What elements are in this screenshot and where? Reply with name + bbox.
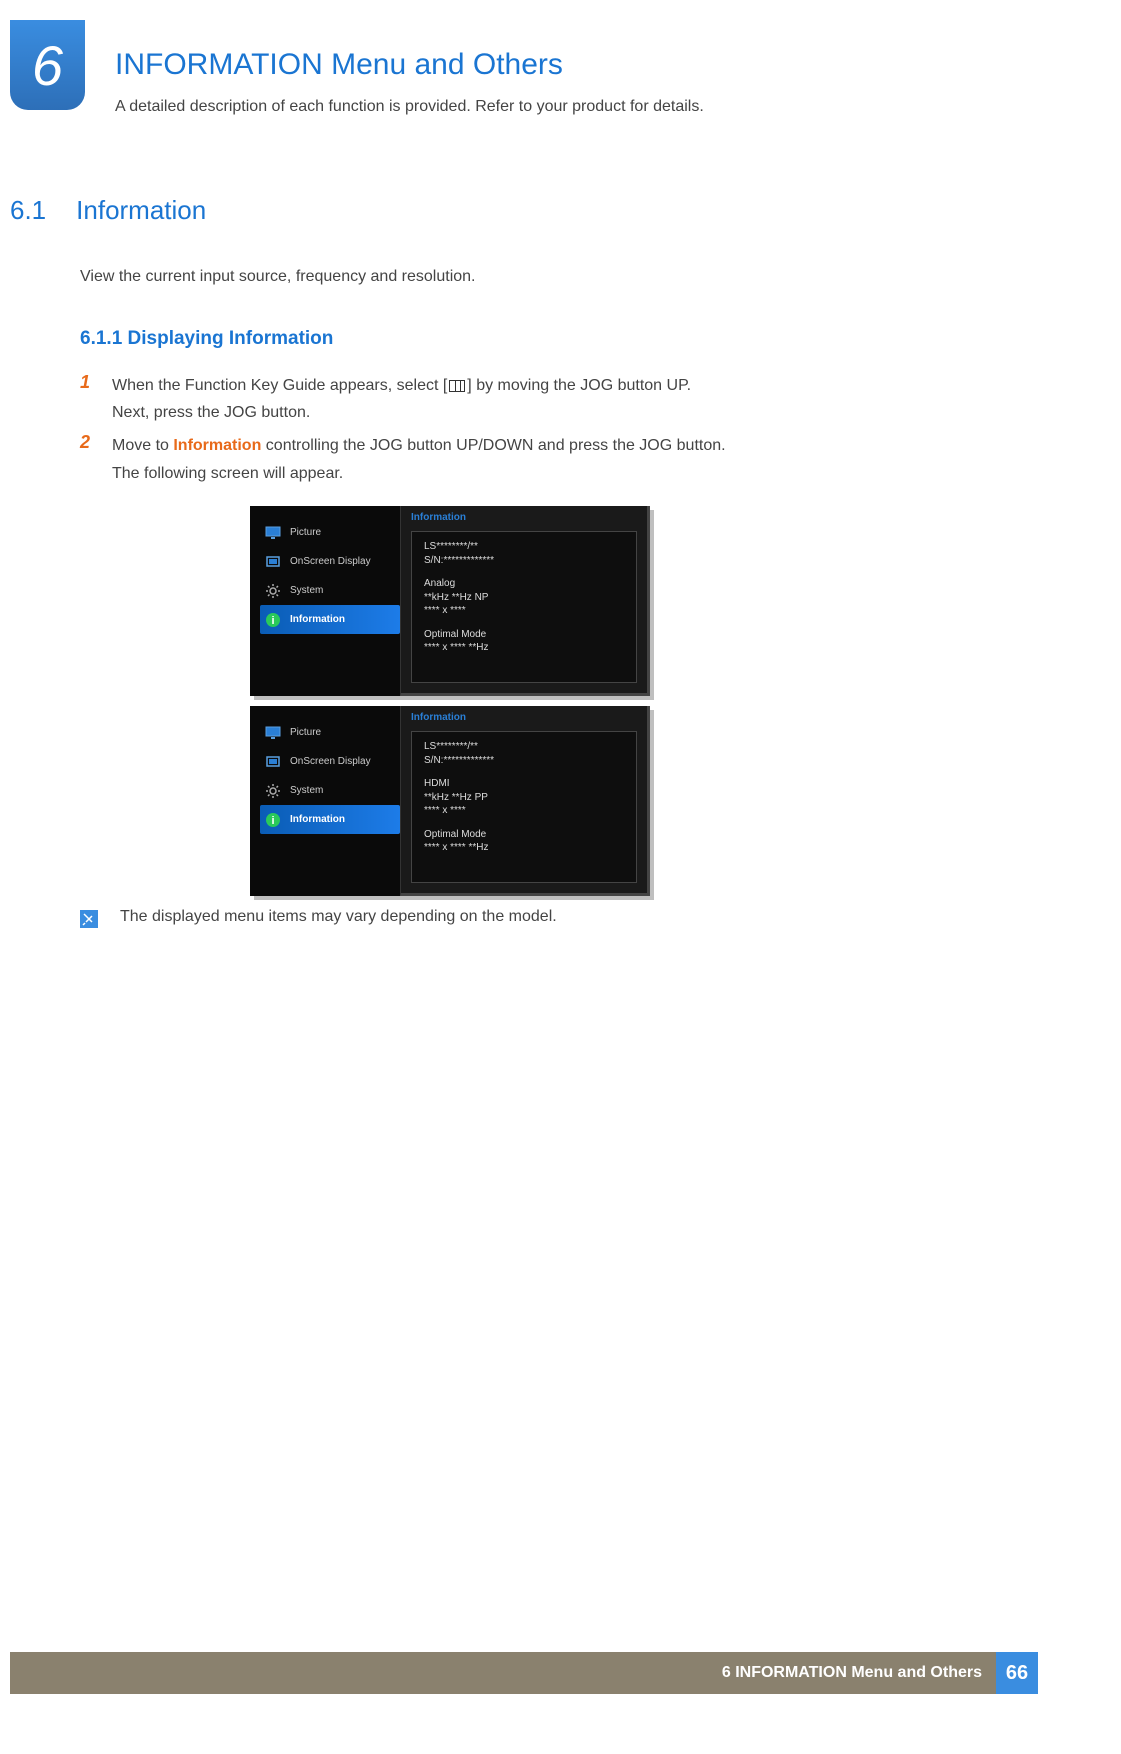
- display-icon: [264, 753, 282, 771]
- osd-info-panel: Information LS********/** S/N:**********…: [400, 706, 650, 896]
- info-line: **kHz **Hz NP: [424, 591, 624, 605]
- osd-item-label: Picture: [290, 727, 321, 738]
- chapter-subtitle: A detailed description of each function …: [115, 98, 704, 116]
- step-1: 1 When the Function Key Guide appears, s…: [80, 372, 840, 426]
- step-number: 1: [80, 372, 94, 426]
- info-line: LS********/**: [424, 540, 624, 554]
- osd-sidebar: Picture OnScreen Display System i Inform…: [250, 706, 400, 896]
- info-line: HDMI: [424, 777, 624, 791]
- osd-menu-item-information: i Information: [260, 605, 400, 634]
- info-line: **** x **** **Hz: [424, 641, 624, 655]
- info-line: S/N:*************: [424, 754, 624, 768]
- info-line: **** x ****: [424, 804, 624, 818]
- info-icon: i: [264, 611, 282, 629]
- osd-panel-content: LS********/** S/N:************* HDMI **k…: [411, 731, 637, 883]
- osd-panel-content: LS********/** S/N:************* Analog *…: [411, 531, 637, 683]
- svg-text:i: i: [271, 615, 274, 627]
- info-line: Optimal Mode: [424, 828, 624, 842]
- section-number: 6.1: [10, 195, 46, 226]
- note-icon: [80, 910, 98, 928]
- step-2: 2 Move to Information controlling the JO…: [80, 432, 840, 486]
- osd-screenshot-2: Picture OnScreen Display System i Inform…: [250, 706, 680, 896]
- page-number: 66: [996, 1652, 1038, 1694]
- highlight-text: Information: [173, 437, 261, 454]
- osd-sidebar: Picture OnScreen Display System i Inform…: [250, 506, 400, 696]
- info-line: Optimal Mode: [424, 628, 624, 642]
- svg-text:i: i: [271, 815, 274, 827]
- step-text: Move to Information controlling the JOG …: [112, 432, 726, 486]
- section-description: View the current input source, frequency…: [80, 268, 476, 286]
- monitor-icon: [264, 724, 282, 742]
- section-title: Information: [76, 195, 206, 226]
- section-header: 6.1 Information: [10, 195, 206, 226]
- osd-menu-item-picture: Picture: [260, 518, 400, 547]
- osd-panel-title: Information: [401, 706, 647, 727]
- osd-screenshot-1: Picture OnScreen Display System i Inform…: [250, 506, 680, 696]
- subsection-header: 6.1.1 Displaying Information: [80, 328, 333, 350]
- osd-item-label: System: [290, 585, 323, 596]
- info-line: **kHz **Hz PP: [424, 791, 624, 805]
- osd-item-label: Information: [290, 614, 345, 625]
- gear-icon: [264, 782, 282, 800]
- footer-bar: 6 INFORMATION Menu and Others: [10, 1652, 996, 1694]
- footer-text: 6 INFORMATION Menu and Others: [722, 1664, 982, 1682]
- osd-screen: Picture OnScreen Display System i Inform…: [250, 506, 650, 696]
- osd-menu-item-system: System: [260, 576, 400, 605]
- info-icon: i: [264, 811, 282, 829]
- chapter-title: INFORMATION Menu and Others: [115, 48, 563, 82]
- osd-menu-item-system: System: [260, 776, 400, 805]
- note: The displayed menu items may vary depend…: [80, 908, 557, 928]
- osd-item-label: OnScreen Display: [290, 556, 371, 567]
- osd-menu-item-onscreen: OnScreen Display: [260, 547, 400, 576]
- osd-item-label: System: [290, 785, 323, 796]
- step-text: When the Function Key Guide appears, sel…: [112, 372, 691, 426]
- osd-item-label: Picture: [290, 527, 321, 538]
- osd-panel-title: Information: [401, 506, 647, 527]
- info-line: **** x **** **Hz: [424, 841, 624, 855]
- chapter-number: 6: [32, 33, 63, 98]
- info-line: LS********/**: [424, 740, 624, 754]
- osd-screen: Picture OnScreen Display System i Inform…: [250, 706, 650, 896]
- monitor-icon: [264, 524, 282, 542]
- osd-menu-item-onscreen: OnScreen Display: [260, 747, 400, 776]
- menu-icon: [449, 380, 465, 392]
- osd-menu-item-information: i Information: [260, 805, 400, 834]
- display-icon: [264, 553, 282, 571]
- step-number: 2: [80, 432, 94, 486]
- note-text: The displayed menu items may vary depend…: [120, 908, 557, 926]
- steps-list: 1 When the Function Key Guide appears, s…: [80, 372, 840, 493]
- osd-info-panel: Information LS********/** S/N:**********…: [400, 506, 650, 696]
- info-line: S/N:*************: [424, 554, 624, 568]
- osd-item-label: OnScreen Display: [290, 756, 371, 767]
- osd-menu-item-picture: Picture: [260, 718, 400, 747]
- info-line: **** x ****: [424, 604, 624, 618]
- info-line: Analog: [424, 577, 624, 591]
- osd-item-label: Information: [290, 814, 345, 825]
- chapter-badge: 6: [10, 20, 85, 110]
- gear-icon: [264, 582, 282, 600]
